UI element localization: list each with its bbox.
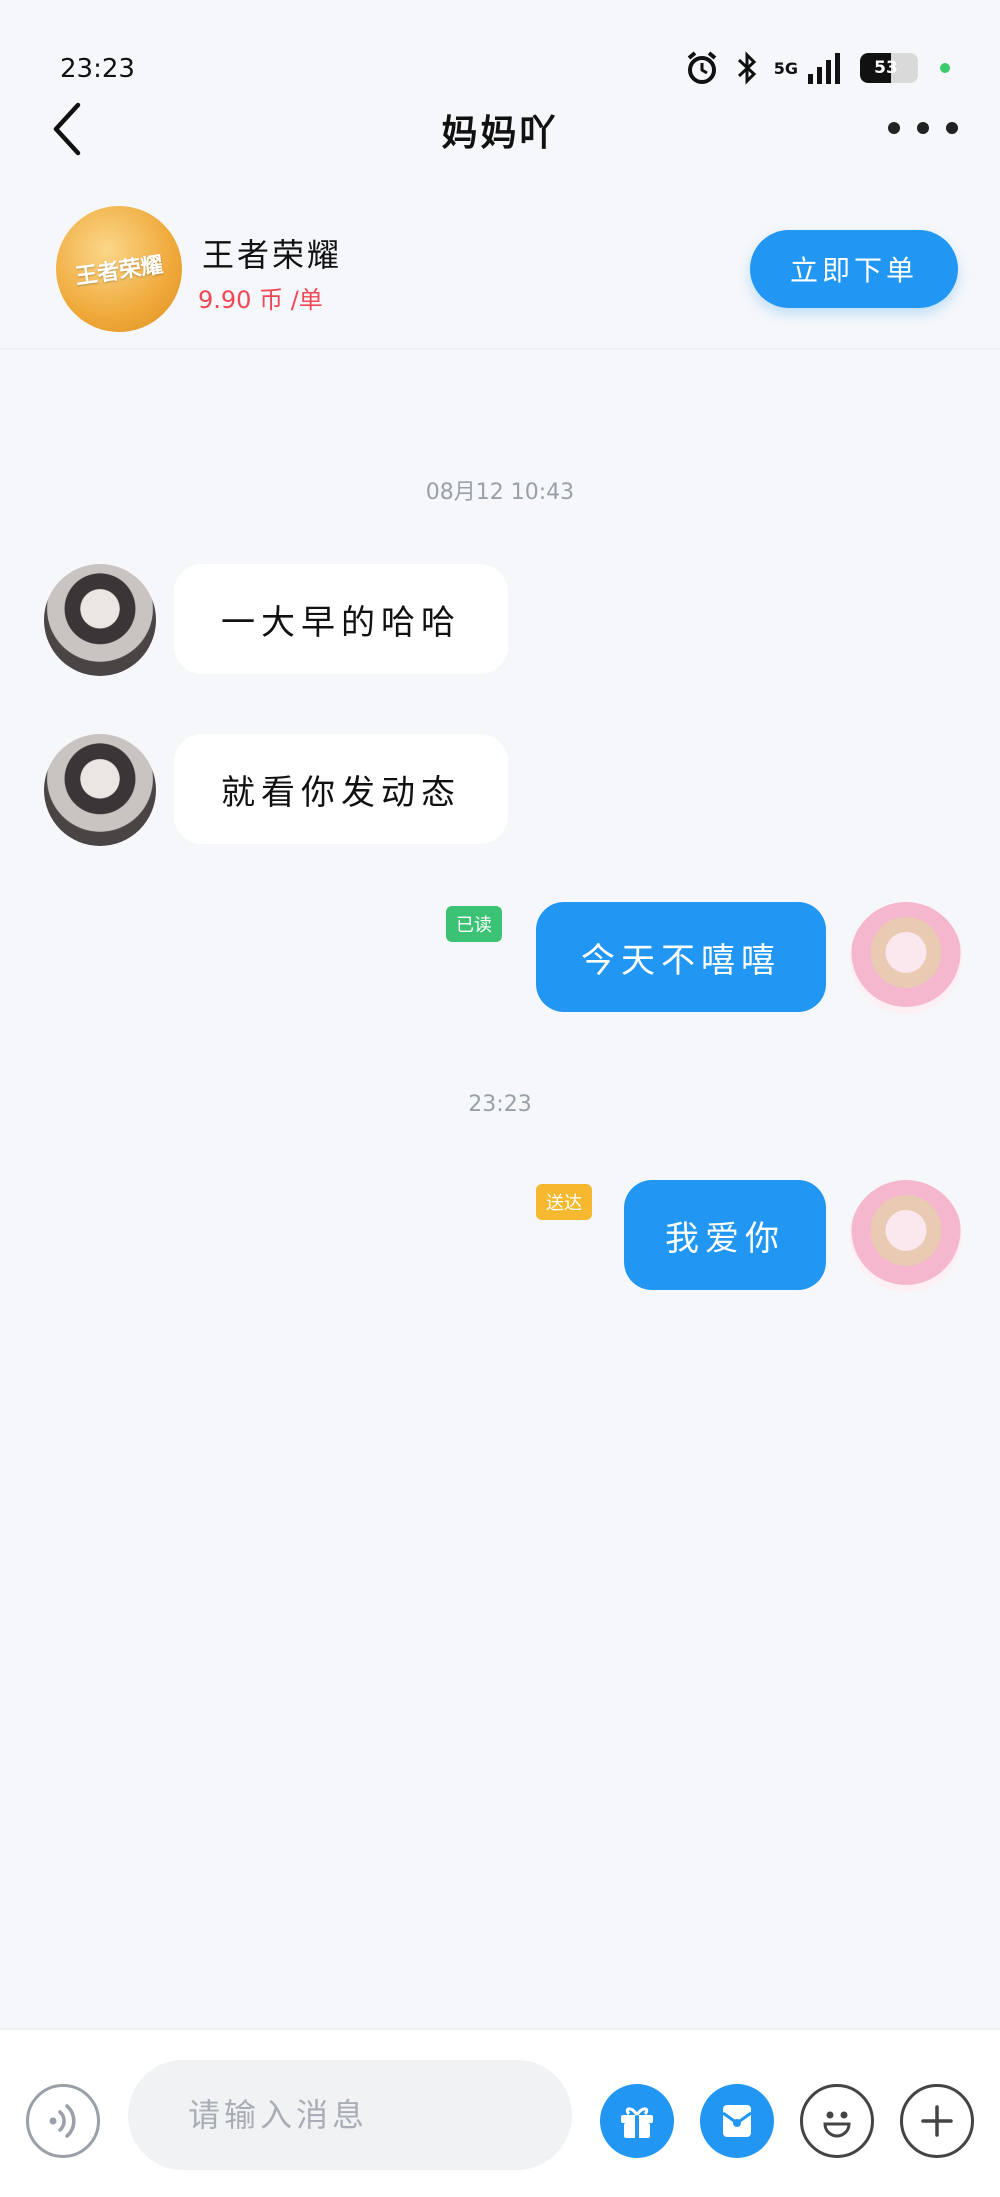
timestamp: 08月12 10:43 xyxy=(425,480,575,505)
order-now-button[interactable]: 立即下单 xyxy=(750,230,958,308)
timestamp: 23:23 xyxy=(468,1092,532,1117)
indicator-dot xyxy=(940,63,950,73)
incoming-message[interactable]: 一大早的哈哈 xyxy=(174,564,508,674)
status-bar: 23:23 5G 53 xyxy=(0,0,1000,100)
more-dot xyxy=(888,122,900,134)
status-time: 23:23 xyxy=(60,54,135,84)
status-icons: 5G 53 xyxy=(684,48,950,88)
my-avatar[interactable] xyxy=(850,902,962,1014)
message-input[interactable] xyxy=(128,2060,572,2170)
product-name: 王者荣耀 xyxy=(202,236,343,274)
alarm-icon xyxy=(687,51,717,84)
battery-level: 53 xyxy=(874,58,898,78)
incoming-message[interactable]: 就看你发动态 xyxy=(174,734,508,844)
network-label: 5G xyxy=(773,58,798,78)
input-bar xyxy=(0,2028,1000,2197)
more-dot xyxy=(946,122,958,134)
outgoing-message[interactable]: 今天不嘻嘻 xyxy=(536,902,826,1012)
more-dot xyxy=(917,122,929,134)
emoji-button[interactable] xyxy=(800,2084,874,2158)
bluetooth-icon xyxy=(737,51,756,85)
product-card: 王者荣耀 王者荣耀 9.90 币 /单 立即下单 xyxy=(0,190,1000,350)
page-title: 妈妈吖 xyxy=(441,113,559,154)
game-logo[interactable]: 王者荣耀 xyxy=(56,206,182,332)
gift-button[interactable] xyxy=(600,2084,674,2158)
contact-avatar[interactable] xyxy=(44,734,156,846)
battery-icon: 53 xyxy=(860,53,918,83)
delivered-status-badge: 送达 xyxy=(536,1184,592,1220)
voice-button[interactable] xyxy=(26,2084,100,2158)
more-button[interactable] xyxy=(888,110,958,146)
chat-screen: 23:23 5G 53 妈妈吖 王者荣耀 王者荣耀 9.90 币 /单 立即下单… xyxy=(0,0,1000,2197)
outgoing-message[interactable]: 我爱你 xyxy=(624,1180,826,1290)
voice-icon xyxy=(49,2104,76,2138)
contact-avatar[interactable] xyxy=(44,564,156,676)
gift-icon xyxy=(621,2107,653,2138)
plus-icon xyxy=(921,2105,953,2137)
red-envelope-button[interactable] xyxy=(700,2084,774,2158)
my-avatar[interactable] xyxy=(850,1180,962,1292)
read-status-badge: 已读 xyxy=(446,906,502,942)
game-logo-text: 王者荣耀 xyxy=(74,252,165,290)
signal-icon xyxy=(808,53,840,84)
more-actions-button[interactable] xyxy=(900,2084,974,2158)
product-price: 9.90 币 /单 xyxy=(198,286,323,314)
red-envelope-icon xyxy=(722,2105,752,2137)
emoji-icon xyxy=(823,2111,851,2138)
